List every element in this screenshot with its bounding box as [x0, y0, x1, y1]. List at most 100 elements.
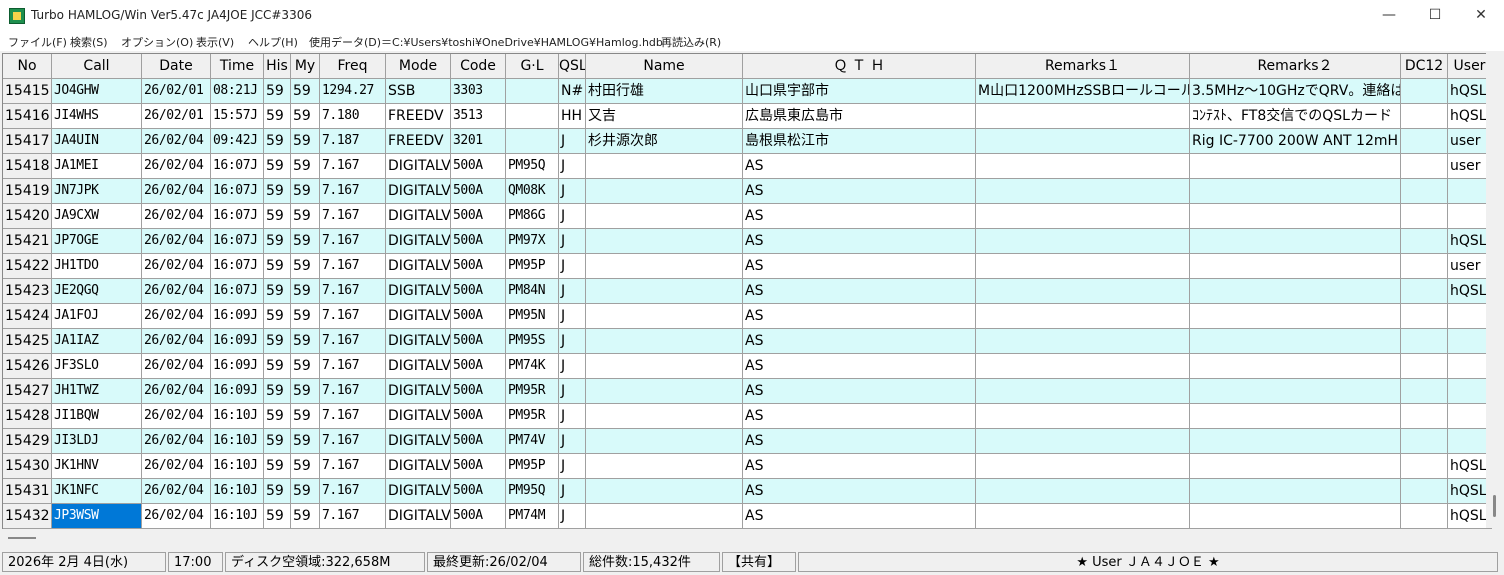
cell-freq[interactable]: 7.167	[320, 204, 386, 229]
cell-remarks2[interactable]	[1190, 429, 1401, 454]
cell-dc12[interactable]	[1401, 404, 1448, 429]
cell-his[interactable]: 59	[264, 454, 291, 479]
cell-gl[interactable]	[506, 129, 559, 154]
cell-code[interactable]: 500A	[451, 429, 506, 454]
cell-date[interactable]: 26/02/04	[142, 204, 211, 229]
cell-no[interactable]: 15429	[3, 429, 52, 454]
column-header-call[interactable]: Call	[52, 54, 142, 79]
cell-no[interactable]: 15426	[3, 354, 52, 379]
cell-mode[interactable]: DIGITALV	[386, 354, 451, 379]
cell-gl[interactable]: PM95N	[506, 304, 559, 329]
cell-no[interactable]: 15431	[3, 479, 52, 504]
cell-time[interactable]: 08:21J	[211, 79, 264, 104]
cell-call[interactable]: JF3SLO	[52, 354, 142, 379]
cell-no[interactable]: 15428	[3, 404, 52, 429]
column-header-time[interactable]: Time	[211, 54, 264, 79]
cell-date[interactable]: 26/02/04	[142, 129, 211, 154]
cell-qsl[interactable]: J	[559, 254, 586, 279]
cell-remarks2[interactable]: 3.5MHz～10GHzでQRV。連絡は	[1190, 79, 1401, 104]
cell-call[interactable]: JA1MEI	[52, 154, 142, 179]
cell-dc12[interactable]	[1401, 254, 1448, 279]
cell-my[interactable]: 59	[291, 404, 320, 429]
cell-remarks1[interactable]	[976, 154, 1190, 179]
cell-my[interactable]: 59	[291, 304, 320, 329]
cell-remarks1[interactable]	[976, 329, 1190, 354]
cell-dc12[interactable]	[1401, 279, 1448, 304]
cell-gl[interactable]: PM86G	[506, 204, 559, 229]
cell-remarks2[interactable]	[1190, 304, 1401, 329]
cell-mode[interactable]: DIGITALV	[386, 204, 451, 229]
cell-mode[interactable]: DIGITALV	[386, 379, 451, 404]
cell-qth[interactable]: AS	[743, 504, 976, 529]
cell-remarks2[interactable]: ｺﾝﾃｽﾄ、FT8交信でのQSLカード	[1190, 104, 1401, 129]
cell-no[interactable]: 15419	[3, 179, 52, 204]
cell-no[interactable]: 15417	[3, 129, 52, 154]
cell-name[interactable]	[586, 204, 743, 229]
cell-qth[interactable]: 広島県東広島市	[743, 104, 976, 129]
cell-freq[interactable]: 7.180	[320, 104, 386, 129]
cell-no[interactable]: 15424	[3, 304, 52, 329]
cell-time[interactable]: 16:09J	[211, 379, 264, 404]
cell-no[interactable]: 15415	[3, 79, 52, 104]
column-header-his[interactable]: His	[264, 54, 291, 79]
cell-freq[interactable]: 7.167	[320, 429, 386, 454]
cell-mode[interactable]: DIGITALV	[386, 504, 451, 529]
cell-call[interactable]: JA9CXW	[52, 204, 142, 229]
cell-qth[interactable]: AS	[743, 154, 976, 179]
cell-qsl[interactable]: J	[559, 204, 586, 229]
column-header-remarks1[interactable]: Remarks１	[976, 54, 1190, 79]
cell-freq[interactable]: 7.167	[320, 354, 386, 379]
cell-his[interactable]: 59	[264, 79, 291, 104]
cell-time[interactable]: 16:07J	[211, 204, 264, 229]
scroll-thumb[interactable]	[1493, 495, 1496, 517]
cell-his[interactable]: 59	[264, 279, 291, 304]
column-header-qth[interactable]: Ｑ Ｔ Ｈ	[743, 54, 976, 79]
cell-dc12[interactable]	[1401, 129, 1448, 154]
cell-date[interactable]: 26/02/04	[142, 454, 211, 479]
cell-remarks2[interactable]	[1190, 404, 1401, 429]
cell-code[interactable]: 500A	[451, 254, 506, 279]
cell-qth[interactable]: AS	[743, 429, 976, 454]
cell-dc12[interactable]	[1401, 479, 1448, 504]
cell-qth[interactable]: AS	[743, 179, 976, 204]
cell-gl[interactable]: PM95P	[506, 254, 559, 279]
app-icon[interactable]	[9, 8, 25, 24]
cell-my[interactable]: 59	[291, 79, 320, 104]
cell-my[interactable]: 59	[291, 379, 320, 404]
cell-no[interactable]: 15422	[3, 254, 52, 279]
cell-no[interactable]: 15420	[3, 204, 52, 229]
cell-qth[interactable]: AS	[743, 379, 976, 404]
maximize-button[interactable]: ☐	[1412, 0, 1458, 31]
cell-qsl[interactable]: J	[559, 179, 586, 204]
cell-qth[interactable]: AS	[743, 479, 976, 504]
cell-my[interactable]: 59	[291, 204, 320, 229]
cell-date[interactable]: 26/02/04	[142, 379, 211, 404]
cell-call[interactable]: JK1HNV	[52, 454, 142, 479]
menu-file[interactable]: ファイル(F)	[8, 34, 67, 50]
cell-freq[interactable]: 7.167	[320, 479, 386, 504]
column-header-dc12[interactable]: DC12	[1401, 54, 1448, 79]
cell-code[interactable]: 500A	[451, 179, 506, 204]
cell-time[interactable]: 16:07J	[211, 254, 264, 279]
cell-no[interactable]: 15427	[3, 379, 52, 404]
cell-remarks2[interactable]	[1190, 504, 1401, 529]
cell-mode[interactable]: FREEDV	[386, 129, 451, 154]
cell-qsl[interactable]: HH	[559, 104, 586, 129]
cell-qth[interactable]: AS	[743, 354, 976, 379]
cell-gl[interactable]: PM95Q	[506, 479, 559, 504]
cell-remarks1[interactable]	[976, 379, 1190, 404]
cell-name[interactable]	[586, 429, 743, 454]
cell-remarks1[interactable]	[976, 229, 1190, 254]
cell-date[interactable]: 26/02/01	[142, 79, 211, 104]
cell-qsl[interactable]: J	[559, 279, 586, 304]
cell-time[interactable]: 16:10J	[211, 429, 264, 454]
column-header-mode[interactable]: Mode	[386, 54, 451, 79]
cell-no[interactable]: 15430	[3, 454, 52, 479]
cell-gl[interactable]: PM95R	[506, 379, 559, 404]
cell-mode[interactable]: DIGITALV	[386, 304, 451, 329]
cell-code[interactable]: 500A	[451, 454, 506, 479]
cell-qsl[interactable]: J	[559, 429, 586, 454]
cell-qth[interactable]: AS	[743, 304, 976, 329]
cell-call[interactable]: JI1BQW	[52, 404, 142, 429]
cell-gl[interactable]: QM08K	[506, 179, 559, 204]
